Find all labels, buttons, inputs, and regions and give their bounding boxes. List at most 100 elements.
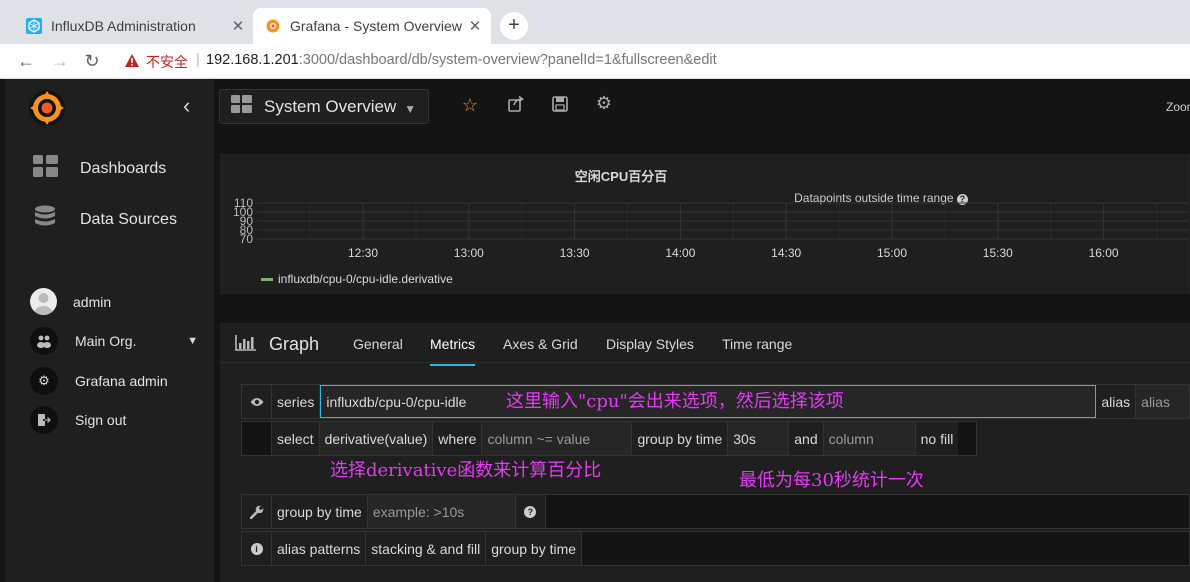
legend-swatch (261, 277, 273, 281)
where-input[interactable]: column ~= value (482, 422, 633, 455)
sign-out-icon (30, 406, 58, 434)
tab-metrics[interactable]: Metrics (430, 336, 476, 366)
annotation-series: 这里输入"cpu"会出来选项，然后选择该项 (506, 391, 844, 412)
url-path: :3000/dashboard/db/system-overview?panel… (298, 52, 717, 68)
zoom-out-button[interactable]: Zoom (1166, 100, 1190, 114)
x-tick-label: 14:30 (771, 246, 801, 260)
divider: | (196, 51, 200, 68)
group-by-time-input[interactable]: 30s (728, 422, 790, 455)
legend-series-name[interactable]: influxdb/cpu-0/cpu-idle.derivative (278, 272, 453, 286)
avatar (30, 288, 57, 315)
help-icon[interactable]: ? (515, 495, 546, 528)
url-field[interactable]: 192.168.1.201:3000/dashboard/db/system-o… (206, 52, 717, 68)
back-icon[interactable]: ← (13, 48, 39, 74)
browser-tab-influxdb[interactable]: InfluxDB Administration ✕ (14, 8, 254, 44)
bar-chart-icon (235, 335, 257, 356)
tab-axes-grid[interactable]: Axes & Grid (503, 336, 578, 352)
tab-general[interactable]: General (353, 336, 403, 352)
close-tab-icon[interactable]: ✕ (228, 17, 248, 35)
sidebar-item-sign-out[interactable]: Sign out (30, 406, 126, 434)
x-tick-label: 15:30 (983, 246, 1013, 260)
sidebar-item-label: Data Sources (80, 210, 177, 228)
dashboards-icon (231, 95, 252, 118)
sidebar: ‹ Dashboards Data Sources admin Main Org… (5, 79, 214, 582)
sidebar-item-user[interactable]: admin (30, 288, 111, 315)
save-icon[interactable] (550, 96, 570, 116)
close-tab-icon[interactable]: ✕ (465, 17, 485, 35)
tab-display-styles[interactable]: Display Styles (606, 336, 694, 352)
sidebar-item-grafana-admin[interactable]: ⚙ Grafana admin (30, 367, 168, 395)
series-label: series (272, 385, 321, 418)
x-tick-label: 13:00 (454, 246, 484, 260)
wrench-icon (242, 495, 272, 528)
sidebar-item-dashboards[interactable]: Dashboards (33, 155, 166, 182)
dashboard-title: System Overview (264, 96, 397, 116)
dashboard-top-nav: System Overview ▼ ☆ ⚙ Zoom (214, 79, 1190, 134)
grafana-icon (265, 18, 281, 34)
caret-down-icon: ▼ (404, 101, 417, 116)
x-tick-label: 16:00 (1089, 246, 1119, 260)
annotation-time: 最低为每30秒统计一次 (739, 470, 924, 491)
select-label: select (272, 422, 320, 455)
editor-tabs: Graph General Metrics Axes & Grid Displa… (220, 323, 1190, 366)
new-tab-button[interactable]: + (500, 12, 528, 40)
select-field[interactable]: derivative(value) (319, 422, 434, 455)
address-bar: ← → ↻ 不安全 | 192.168.1.201:3000/dashboard… (0, 44, 1190, 79)
editor-title: Graph (269, 334, 320, 354)
browser-tab-bar: InfluxDB Administration ✕ Grafana - Syst… (0, 0, 1190, 44)
chevron-left-icon[interactable]: ‹ (183, 93, 190, 119)
x-tick-label: 15:00 (877, 246, 907, 260)
alias-patterns-button[interactable]: alias patterns (272, 532, 367, 565)
caret-down-icon[interactable]: ▼ (187, 335, 198, 347)
grafana-logo-icon[interactable] (27, 88, 67, 128)
fill-option[interactable]: no fill (915, 422, 959, 455)
group-by-time-min-input[interactable]: example: >10s (367, 495, 516, 528)
spacer (545, 495, 1189, 528)
spacer (242, 422, 272, 455)
dashboards-icon (33, 155, 58, 182)
stacking-button[interactable]: stacking & and fill (366, 532, 487, 565)
share-icon[interactable] (506, 95, 526, 116)
grafana-admin-label: Grafana admin (75, 373, 168, 389)
sign-out-label: Sign out (75, 412, 127, 428)
star-icon[interactable]: ☆ (460, 95, 480, 115)
info-icon: i (242, 532, 272, 565)
eye-icon[interactable] (242, 385, 272, 418)
security-label[interactable]: 不安全 (146, 52, 188, 72)
dashboard-picker-button[interactable]: System Overview ▼ (219, 89, 429, 124)
sidebar-item-data-sources[interactable]: Data Sources (33, 205, 177, 234)
user-name: admin (73, 293, 112, 310)
spacer (582, 532, 1189, 565)
org-name: Main Org. (75, 333, 137, 349)
tab-time-range[interactable]: Time range (722, 336, 792, 352)
sidebar-item-org[interactable]: Main Org. ▼ (30, 327, 198, 355)
warning-icon[interactable] (124, 53, 140, 73)
x-tick-label: 13:30 (560, 246, 590, 260)
help-row: i alias patterns stacking & and fill gro… (241, 531, 1190, 566)
reload-icon[interactable]: ↻ (79, 48, 105, 74)
tab-title: InfluxDB Administration (51, 18, 196, 34)
influxdb-icon (26, 18, 42, 34)
chart-legend: influxdb/cpu-0/cpu-idle.derivative (261, 272, 453, 286)
x-tick-label: 14:00 (665, 246, 695, 260)
column-input[interactable]: column (823, 422, 916, 455)
sidebar-item-label: Dashboards (80, 159, 167, 177)
group-by-time-label: group by time (632, 422, 729, 455)
url-host: 192.168.1.201 (206, 52, 299, 68)
annotation-select: 选择derivative函数来计算百分比 (330, 460, 602, 481)
gear-icon: ⚙ (30, 367, 58, 395)
database-icon (33, 205, 58, 234)
users-icon (30, 327, 58, 355)
chart-area: 11010090807012:30 13:00 13:30 14:00 14:30 15:… (233, 196, 1189, 260)
group-by-time-help-button[interactable]: group by time (486, 532, 583, 565)
and-label: and (789, 422, 824, 455)
query-select-row: select derivative(value) where column ~=… (241, 421, 977, 456)
forward-icon[interactable]: → (47, 48, 73, 74)
tab-title: Grafana - System Overview (290, 18, 462, 34)
graph-panel: 空闲CPU百分百 Datapoints outside time range ?… (220, 154, 1190, 294)
x-tick-label: 12:30 (348, 246, 378, 260)
gear-icon[interactable]: ⚙ (594, 93, 614, 113)
alias-input[interactable]: alias (1136, 385, 1189, 418)
browser-tab-grafana[interactable]: Grafana - System Overview ✕ (253, 8, 491, 44)
y-tick-label: 70 (240, 232, 254, 246)
